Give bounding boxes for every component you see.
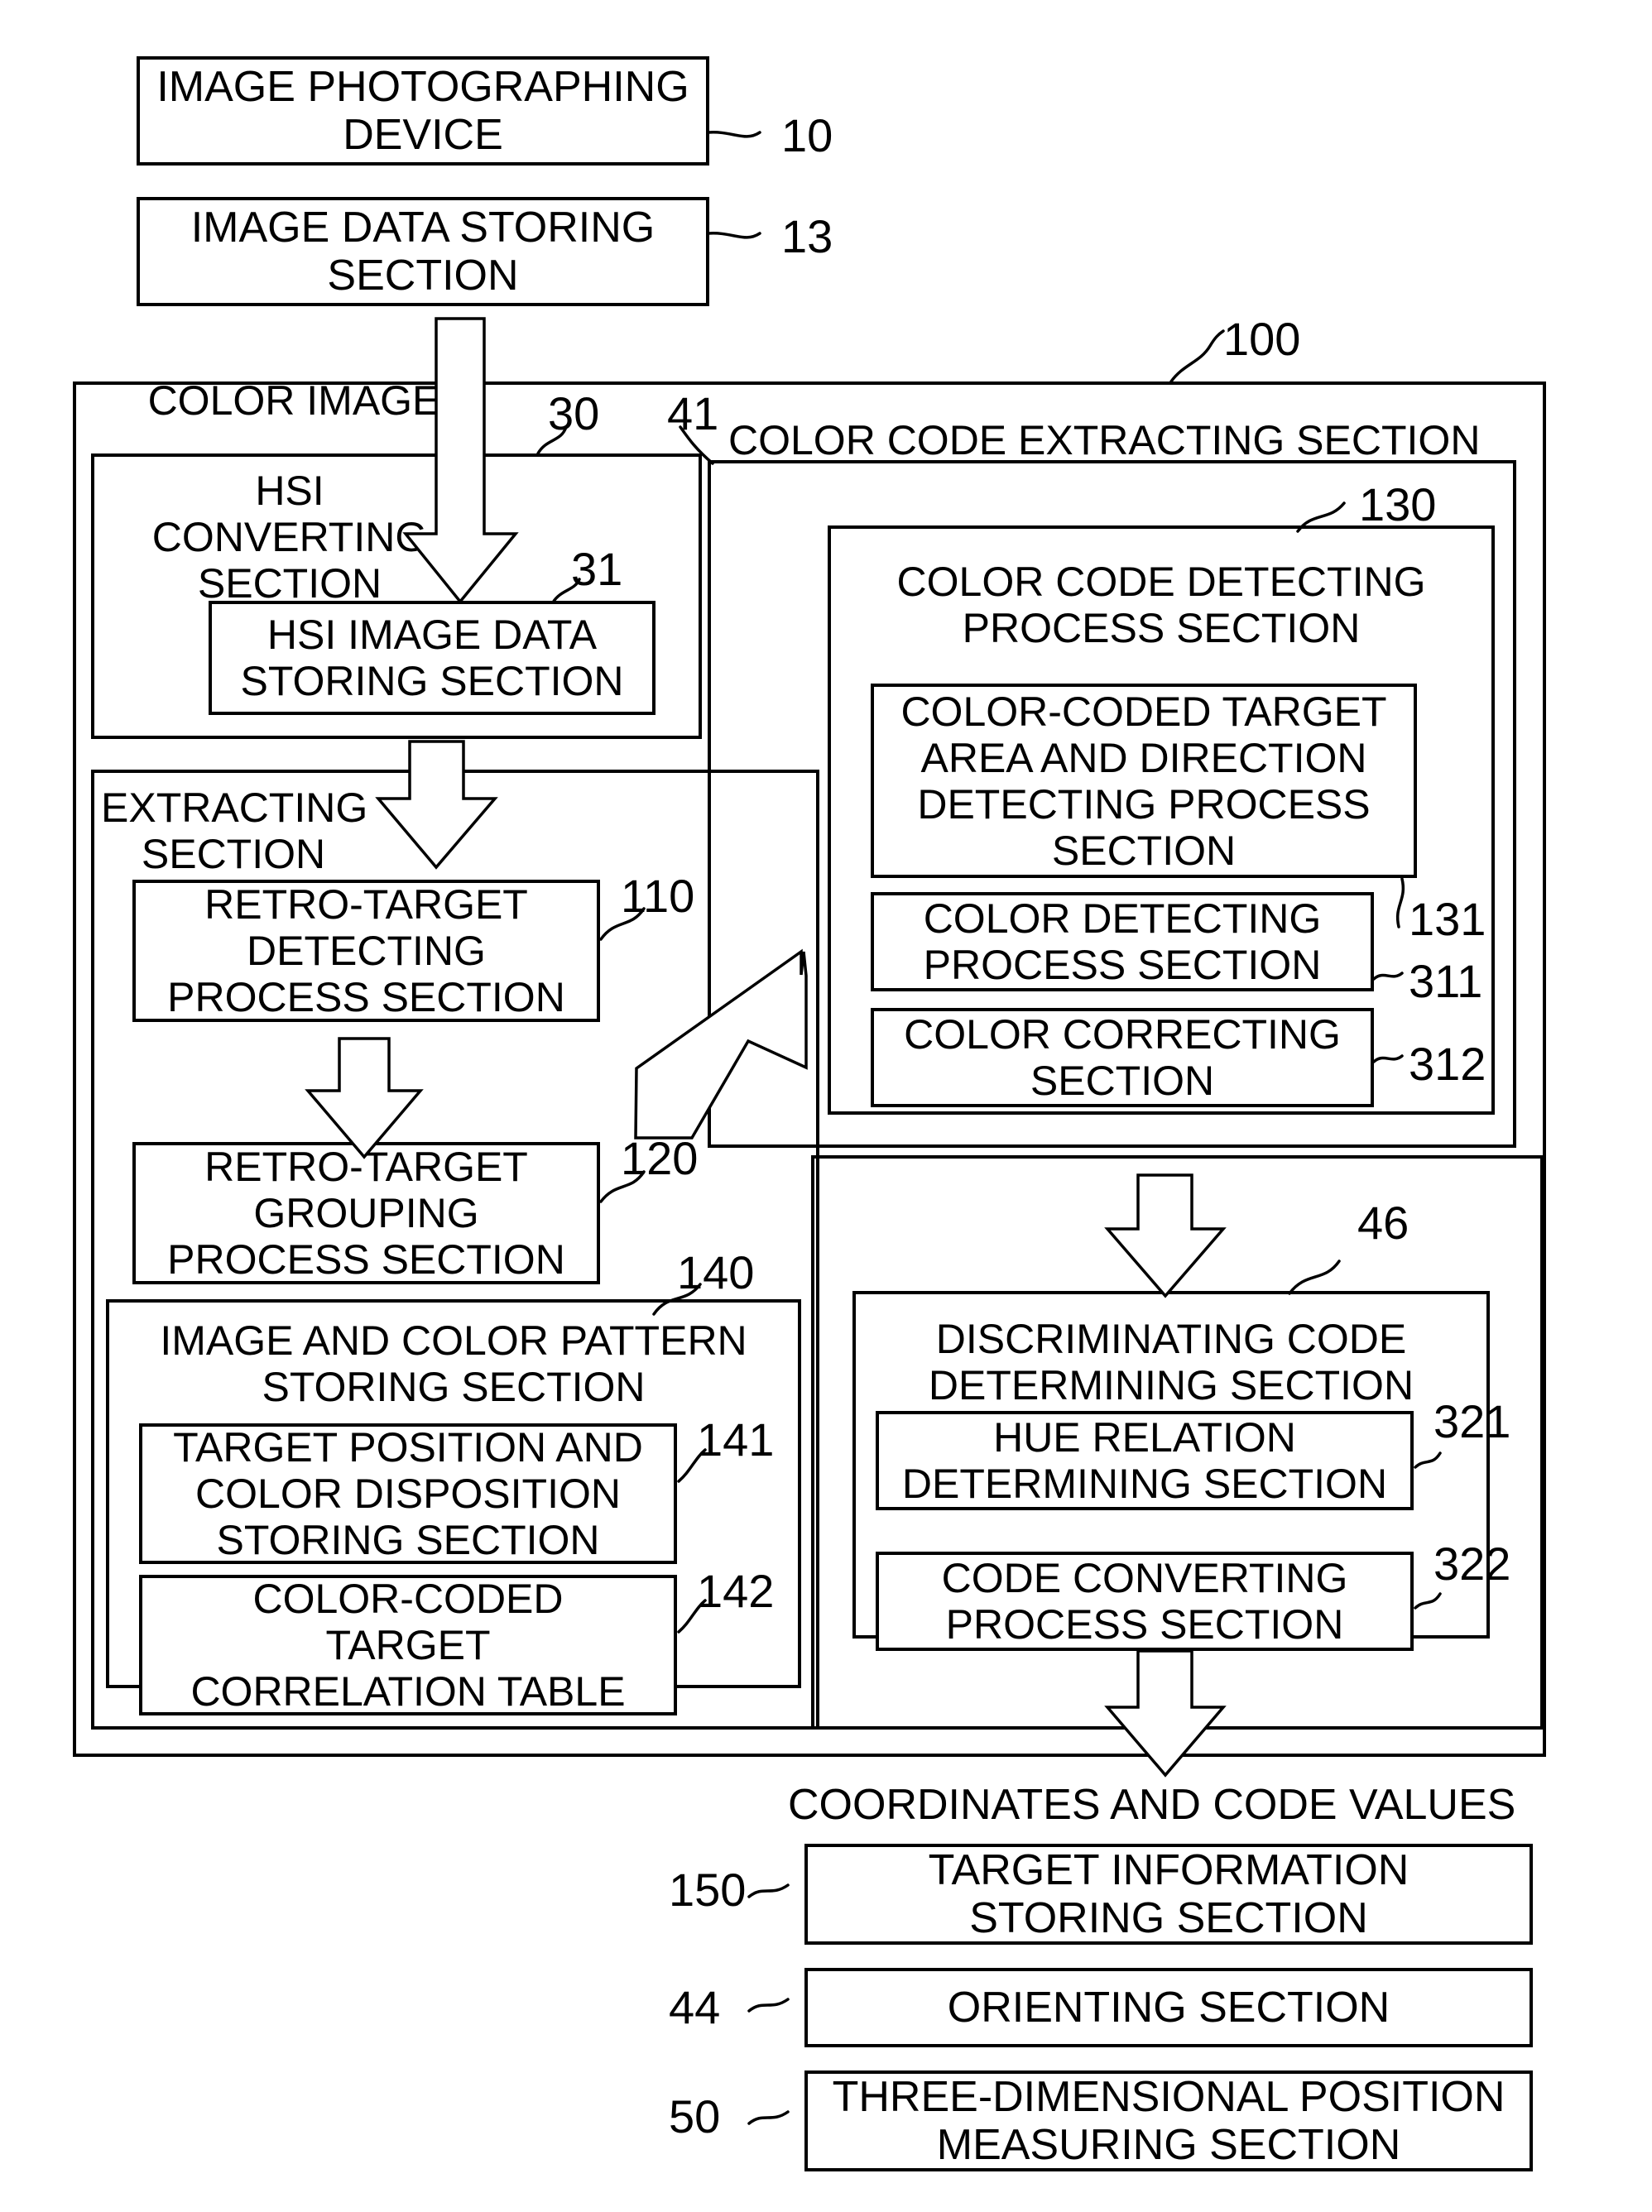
- leader-50: [747, 2110, 790, 2125]
- box-color-coded-target-correlation-table-142: COLOR-CODED TARGET CORRELATION TABLE: [139, 1575, 677, 1715]
- ref-num-142: 142: [697, 1565, 775, 1617]
- box-label: COLOR-CODED TARGET AREA AND DIRECTION DE…: [900, 688, 1387, 874]
- label-color-code-detecting-process-section: COLOR CODE DETECTING PROCESS SECTION: [896, 559, 1426, 651]
- box-color-coded-target-area-direction-131: COLOR-CODED TARGET AREA AND DIRECTION DE…: [871, 684, 1417, 878]
- box-image-photographing-device: IMAGE PHOTOGRAPHING DEVICE: [137, 56, 709, 166]
- ref-num-311: 311: [1409, 955, 1483, 1007]
- leader-150: [747, 1883, 790, 1898]
- box-label: THREE-DIMENSIONAL POSITION MEASURING SEC…: [832, 2072, 1506, 2169]
- box-label: TARGET INFORMATION STORING SECTION: [928, 1845, 1409, 1942]
- box-hsi-image-data-storing-section: HSI IMAGE DATA STORING SECTION: [209, 601, 656, 715]
- box-retro-target-grouping-process-section-120: RETRO-TARGET GROUPING PROCESS SECTION: [132, 1142, 600, 1284]
- box-retro-target-detecting-process-section-110: RETRO-TARGET DETECTING PROCESS SECTION: [132, 880, 600, 1022]
- box-label: COLOR CORRECTING SECTION: [904, 1011, 1341, 1104]
- box-label: IMAGE DATA STORING SECTION: [190, 203, 656, 300]
- box-color-correcting-section-312: COLOR CORRECTING SECTION: [871, 1008, 1374, 1107]
- ref-num-31: 31: [571, 543, 623, 595]
- box-label: RETRO-TARGET GROUPING PROCESS SECTION: [167, 1144, 565, 1283]
- ref-num-10: 10: [781, 109, 833, 161]
- leader-10: [707, 131, 761, 138]
- box-label: COLOR DETECTING PROCESS SECTION: [923, 895, 1322, 988]
- ref-num-44: 44: [669, 1981, 721, 2033]
- box-label: HSI IMAGE DATA STORING SECTION: [240, 612, 624, 704]
- ref-num-312: 312: [1409, 1038, 1486, 1090]
- ref-num-50: 50: [669, 2090, 721, 2142]
- ref-num-321: 321: [1433, 1395, 1511, 1447]
- figure-canvas: IMAGE PHOTOGRAPHING DEVICE IMAGE DATA ST…: [0, 0, 1652, 2212]
- ref-num-120: 120: [621, 1132, 699, 1184]
- box-label: COLOR-CODED TARGET CORRELATION TABLE: [190, 1576, 626, 1715]
- label-discriminating-code-determining-section: DISCRIMINATING CODE DETERMINING SECTION: [928, 1316, 1414, 1408]
- box-color-detecting-process-section-311: COLOR DETECTING PROCESS SECTION: [871, 892, 1374, 991]
- box-orienting-section-44: ORIENTING SECTION: [804, 1968, 1533, 2047]
- box-label: RETRO-TARGET DETECTING PROCESS SECTION: [167, 881, 565, 1020]
- leader-13: [707, 232, 761, 239]
- box-label: TARGET POSITION AND COLOR DISPOSITION ST…: [173, 1424, 643, 1563]
- label-hsi-converting-section: HSI CONVERTING SECTION: [151, 468, 428, 607]
- box-three-dimensional-position-measuring-section-50: THREE-DIMENSIONAL POSITION MEASURING SEC…: [804, 2070, 1533, 2171]
- ref-num-41: 41: [667, 387, 719, 439]
- label-image-and-color-pattern-storing-section: IMAGE AND COLOR PATTERN STORING SECTION: [160, 1317, 747, 1410]
- ref-num-322: 322: [1433, 1538, 1511, 1590]
- box-image-data-storing-section: IMAGE DATA STORING SECTION: [137, 197, 709, 306]
- box-target-information-storing-section-150: TARGET INFORMATION STORING SECTION: [804, 1844, 1533, 1945]
- label-extracting-section: EXTRACTING SECTION: [101, 785, 368, 877]
- ref-num-130: 130: [1359, 478, 1437, 530]
- leader-100: [1169, 329, 1225, 383]
- box-code-converting-process-section-322: CODE CONVERTING PROCESS SECTION: [876, 1552, 1414, 1651]
- ref-num-150: 150: [669, 1864, 747, 1916]
- ref-num-30: 30: [548, 387, 600, 439]
- ref-num-140: 140: [677, 1246, 755, 1298]
- box-label: IMAGE PHOTOGRAPHING DEVICE: [156, 62, 689, 159]
- ref-num-110: 110: [621, 870, 695, 922]
- box-label: CODE CONVERTING PROCESS SECTION: [941, 1555, 1348, 1648]
- label-coordinates-and-code-values: COORDINATES AND CODE VALUES: [788, 1781, 1516, 1829]
- box-hue-relation-determining-section-321: HUE RELATION DETERMINING SECTION: [876, 1411, 1414, 1510]
- label-color-code-extracting-section: COLOR CODE EXTRACTING SECTION: [728, 417, 1481, 463]
- ref-num-141: 141: [697, 1413, 775, 1466]
- ref-num-13: 13: [781, 210, 833, 262]
- ref-num-46: 46: [1357, 1197, 1409, 1249]
- box-label: HUE RELATION DETERMINING SECTION: [901, 1414, 1388, 1507]
- ref-num-100: 100: [1223, 313, 1301, 365]
- box-target-position-and-color-disposition-141: TARGET POSITION AND COLOR DISPOSITION ST…: [139, 1423, 677, 1564]
- leader-44: [747, 1998, 790, 2013]
- box-label: ORIENTING SECTION: [947, 1983, 1390, 2032]
- ref-num-131: 131: [1409, 893, 1486, 945]
